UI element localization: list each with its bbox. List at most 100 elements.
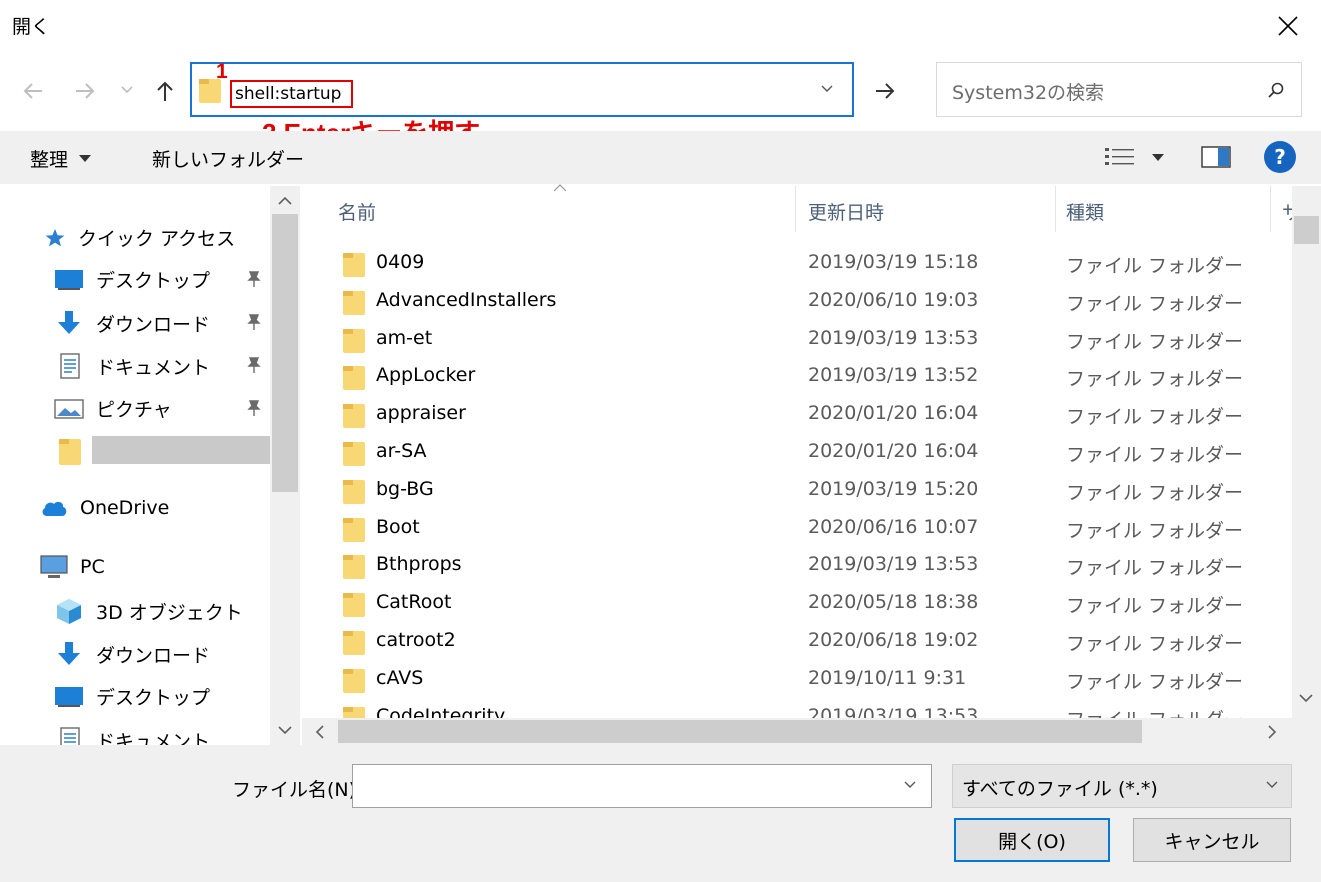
filetype-value: すべてのファイル (*.*): [962, 778, 1158, 800]
file-row[interactable]: catroot2 2020/06/18 19:02 ファイル フォルダー: [338, 623, 1288, 660]
new-folder-button[interactable]: 新しいフォルダー: [152, 145, 304, 172]
caret-down-icon: [79, 155, 92, 162]
nav-pc[interactable]: PC: [40, 554, 105, 580]
file-list-scrollbar[interactable]: [1292, 186, 1321, 718]
folder-icon: [343, 631, 365, 655]
details-view-icon: [1105, 148, 1134, 165]
close-button[interactable]: [1268, 8, 1308, 44]
file-row[interactable]: am-et 2019/03/19 13:53 ファイル フォルダー: [338, 321, 1288, 358]
nav-3d-objects[interactable]: 3D オブジェクト: [54, 597, 243, 625]
column-type[interactable]: 種類: [1066, 198, 1104, 225]
file-date: 2019/03/19 15:18: [808, 251, 979, 273]
recent-locations-button[interactable]: [116, 78, 138, 102]
file-type: ファイル フォルダー: [1066, 255, 1244, 277]
download-icon: [58, 642, 80, 665]
folder-icon: [343, 517, 365, 542]
column-date[interactable]: 更新日時: [808, 198, 884, 225]
file-row[interactable]: Bthprops 2019/03/19 13:53 ファイル フォルダー: [338, 547, 1288, 584]
column-name[interactable]: 名前: [338, 198, 376, 225]
nav-pc-desktop[interactable]: デスクトップ: [54, 683, 210, 710]
file-row[interactable]: appraiser 2020/01/20 16:04 ファイル フォルダー: [338, 396, 1288, 433]
nav-pictures[interactable]: ピクチャ: [54, 395, 172, 422]
scroll-up-icon[interactable]: [278, 196, 292, 205]
nav-desktop[interactable]: デスクトップ: [54, 266, 210, 293]
desktop-icon: [55, 686, 83, 707]
file-type: ファイル フォルダー: [1066, 519, 1244, 542]
pin-icon[interactable]: [246, 313, 262, 331]
column-divider[interactable]: [1055, 186, 1056, 232]
chevron-down-icon[interactable]: [900, 774, 920, 794]
column-divider[interactable]: [795, 186, 796, 232]
file-date: 2020/01/20 16:04: [808, 440, 979, 462]
file-date: 2019/03/19 13:53: [808, 553, 979, 576]
sort-ascending-icon: [553, 184, 567, 192]
file-row[interactable]: bg-BG 2019/03/19 15:20 ファイル フォルダー: [338, 472, 1288, 509]
annotation-step-1: 1: [216, 60, 228, 83]
nav-quick-access[interactable]: クイック アクセス: [44, 224, 235, 251]
nav-downloads[interactable]: ダウンロード: [54, 309, 210, 337]
folder-icon: [343, 593, 365, 618]
open-button[interactable]: 開く(O): [954, 818, 1110, 862]
go-button[interactable]: [866, 72, 904, 110]
pin-icon[interactable]: [246, 399, 262, 417]
nav-redacted-folder[interactable]: [58, 436, 84, 466]
file-row[interactable]: Boot 2020/06/16 10:07 ファイル フォルダー: [338, 510, 1288, 547]
file-type: ファイル フォルダー: [1066, 292, 1244, 315]
download-icon: [58, 311, 80, 334]
preview-pane-button[interactable]: [1198, 140, 1234, 174]
nav-scrollbar-thumb[interactable]: [272, 214, 298, 492]
cloud-icon: [42, 501, 67, 516]
file-name: ar-SA: [376, 440, 427, 462]
scrollbar-corner: [1292, 718, 1321, 745]
search-input[interactable]: System32の検索: [952, 78, 1104, 105]
file-name: appraiser: [376, 402, 466, 425]
nav-label: PC: [80, 556, 105, 578]
chevron-down-icon[interactable]: [1262, 774, 1282, 794]
column-divider[interactable]: [1270, 186, 1271, 232]
organize-button[interactable]: 整理: [30, 145, 92, 172]
nav-pc-documents[interactable]: ドキュメント: [54, 726, 210, 745]
forward-button[interactable]: [66, 72, 104, 110]
address-dropdown-button[interactable]: [812, 74, 842, 104]
cancel-button[interactable]: キャンセル: [1133, 818, 1291, 862]
file-date: 2020/05/18 18:38: [808, 591, 979, 614]
scroll-right-icon[interactable]: [1268, 725, 1277, 739]
file-row[interactable]: 0409 2019/03/19 15:18 ファイル フォルダー: [338, 245, 1288, 282]
folder-icon: [343, 706, 365, 718]
nav-pc-downloads[interactable]: ダウンロード: [54, 640, 210, 668]
file-row[interactable]: AdvancedInstallers 2020/06/10 19:03 ファイル フ…: [338, 283, 1288, 320]
nav-documents[interactable]: ドキュメント: [54, 352, 210, 380]
file-row[interactable]: ar-SA 2020/01/20 16:04 ファイル フォルダー: [338, 434, 1288, 471]
scroll-down-icon[interactable]: [278, 726, 292, 735]
file-row[interactable]: CatRoot 2020/05/18 18:38 ファイル フォルダー: [338, 585, 1288, 622]
address-input[interactable]: shell:startup: [230, 80, 353, 108]
horizontal-scrollbar-thumb[interactable]: [338, 720, 1142, 743]
nav-label: ドキュメント: [96, 730, 211, 746]
arrow-right-icon: [76, 83, 95, 99]
folder-icon: [59, 439, 81, 465]
file-row[interactable]: CodeIntegrity 2019/03/19 13:53 ファイル フォルダー: [338, 699, 1288, 718]
pin-icon[interactable]: [246, 356, 262, 374]
file-type: ファイル フォルダー: [1066, 670, 1244, 693]
file-name: cAVS: [376, 666, 424, 689]
help-icon[interactable]: ?: [1264, 141, 1296, 173]
scroll-down-icon[interactable]: [1299, 694, 1313, 703]
view-options-button[interactable]: [1098, 140, 1170, 174]
nav-label: OneDrive: [80, 497, 170, 519]
search-icon[interactable]: [1262, 76, 1290, 104]
file-name: catroot2: [376, 629, 456, 651]
file-row[interactable]: AppLocker 2019/03/19 13:52 ファイル フォルダー: [338, 358, 1288, 395]
filename-input[interactable]: [352, 764, 932, 808]
nav-label: ダウンロード: [96, 644, 211, 667]
folder-icon: [343, 328, 365, 353]
column-size[interactable]: サ: [1282, 198, 1292, 225]
nav-onedrive[interactable]: OneDrive: [40, 497, 169, 519]
pin-icon[interactable]: [246, 270, 262, 288]
desktop-icon: [55, 269, 83, 290]
scroll-left-icon[interactable]: [315, 725, 324, 739]
back-button[interactable]: [14, 72, 52, 110]
file-list-scrollbar-thumb[interactable]: [1294, 216, 1319, 244]
up-button[interactable]: [146, 72, 184, 110]
file-row[interactable]: cAVS 2019/10/11 9:31 ファイル フォルダー: [338, 661, 1288, 698]
file-date: 2019/03/19 13:52: [808, 364, 979, 387]
